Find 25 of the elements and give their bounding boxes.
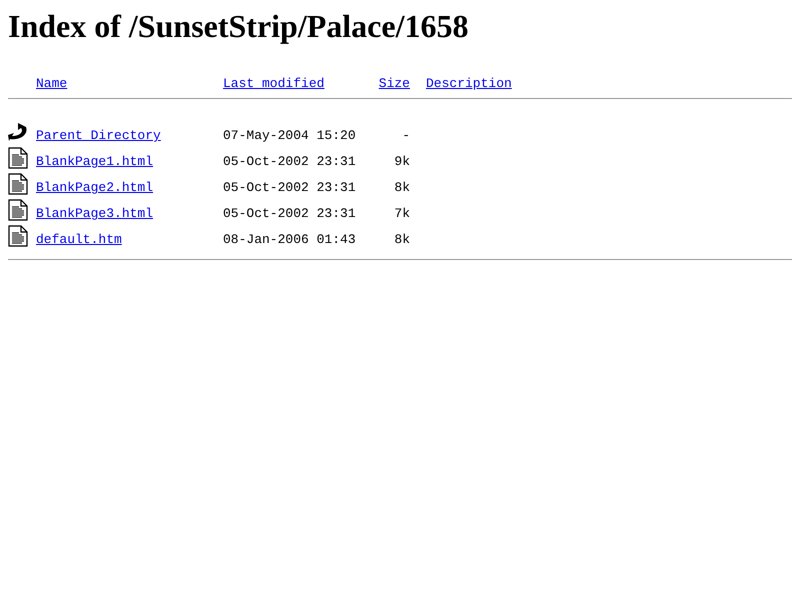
file-size: 8k xyxy=(394,232,410,247)
file-link[interactable]: BlankPage1.html xyxy=(36,154,154,169)
modified-date: 05-Oct-2002 23:31 xyxy=(223,206,356,221)
file-size: 8k xyxy=(394,180,410,195)
modified-date: 05-Oct-2002 23:31 xyxy=(223,154,356,169)
column-header-link[interactable]: Description xyxy=(426,76,512,91)
file-size: 7k xyxy=(394,206,410,221)
file-link[interactable]: BlankPage3.html xyxy=(36,206,154,221)
file-link[interactable]: BlankPage2.html xyxy=(36,180,154,195)
document-icon xyxy=(8,225,28,247)
file-size: 9k xyxy=(394,154,410,169)
document-icon xyxy=(8,173,28,195)
file-link[interactable]: default.htm xyxy=(36,232,122,247)
modified-date: 08-Jan-2006 01:43 xyxy=(223,232,356,247)
file-link[interactable]: Parent Directory xyxy=(36,128,161,143)
page-title: Index of /SunsetStrip/Palace/1658 xyxy=(8,8,470,45)
modified-date: 05-Oct-2002 23:31 xyxy=(223,180,356,195)
modified-date: 07-May-2004 15:20 xyxy=(223,128,356,143)
column-header-link[interactable]: Size xyxy=(378,76,410,91)
file-size: - xyxy=(402,128,410,143)
document-icon xyxy=(8,199,28,221)
back-arrow-icon xyxy=(8,121,28,143)
column-header-link[interactable]: Name xyxy=(36,76,68,91)
document-icon xyxy=(8,147,28,169)
column-header-link[interactable]: Last modified xyxy=(223,76,324,91)
